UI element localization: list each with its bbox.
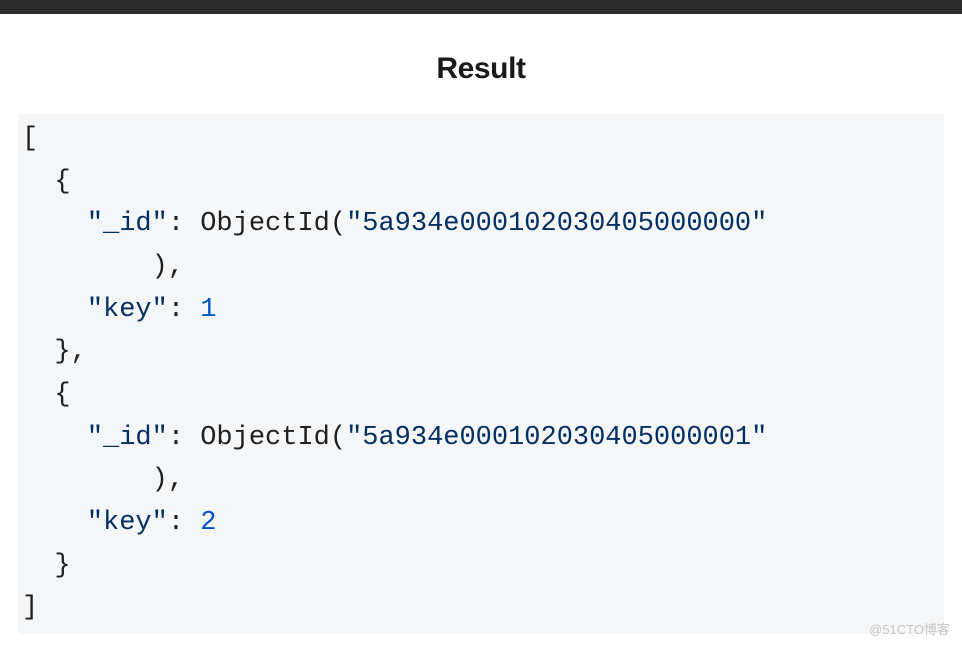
paren-open: ( — [330, 209, 346, 239]
paren-open: ( — [330, 423, 346, 453]
colon: : — [168, 295, 200, 325]
indent — [22, 167, 54, 197]
field-value-num: 2 — [200, 508, 216, 538]
paren-close-comma: ), — [152, 465, 184, 495]
indent — [22, 252, 152, 282]
field-key-id: "_id" — [87, 209, 168, 239]
objectid-func: ObjectId — [200, 209, 330, 239]
indent — [22, 423, 87, 453]
top-bar — [0, 0, 962, 14]
objectid-func: ObjectId — [200, 423, 330, 453]
content-area: Result [ { "_id": ObjectId("5a934e000102… — [0, 52, 962, 634]
indent — [22, 551, 54, 581]
brace-open: { — [54, 167, 70, 197]
colon: : — [168, 423, 200, 453]
watermark-text: @51CTO博客 — [869, 619, 950, 638]
indent — [22, 209, 87, 239]
result-heading: Result — [0, 52, 962, 86]
field-key-id: "_id" — [87, 423, 168, 453]
objectid-value: "5a934e000102030405000000" — [346, 209, 767, 239]
indent — [22, 295, 87, 325]
bracket-open: [ — [22, 124, 38, 154]
field-key-key: "key" — [87, 295, 168, 325]
indent — [22, 465, 152, 495]
objectid-value: "5a934e000102030405000001" — [346, 423, 767, 453]
result-code-block: [ { "_id": ObjectId("5a934e0001020304050… — [18, 114, 944, 634]
brace-close: } — [54, 551, 70, 581]
indent — [22, 508, 87, 538]
field-value-num: 1 — [200, 295, 216, 325]
paren-close-comma: ), — [152, 252, 184, 282]
field-key-key: "key" — [87, 508, 168, 538]
colon: : — [168, 209, 200, 239]
bracket-close: ] — [22, 593, 38, 623]
colon: : — [168, 508, 200, 538]
indent — [22, 337, 54, 367]
brace-open: { — [54, 380, 70, 410]
indent — [22, 380, 54, 410]
brace-close-comma: }, — [54, 337, 86, 367]
